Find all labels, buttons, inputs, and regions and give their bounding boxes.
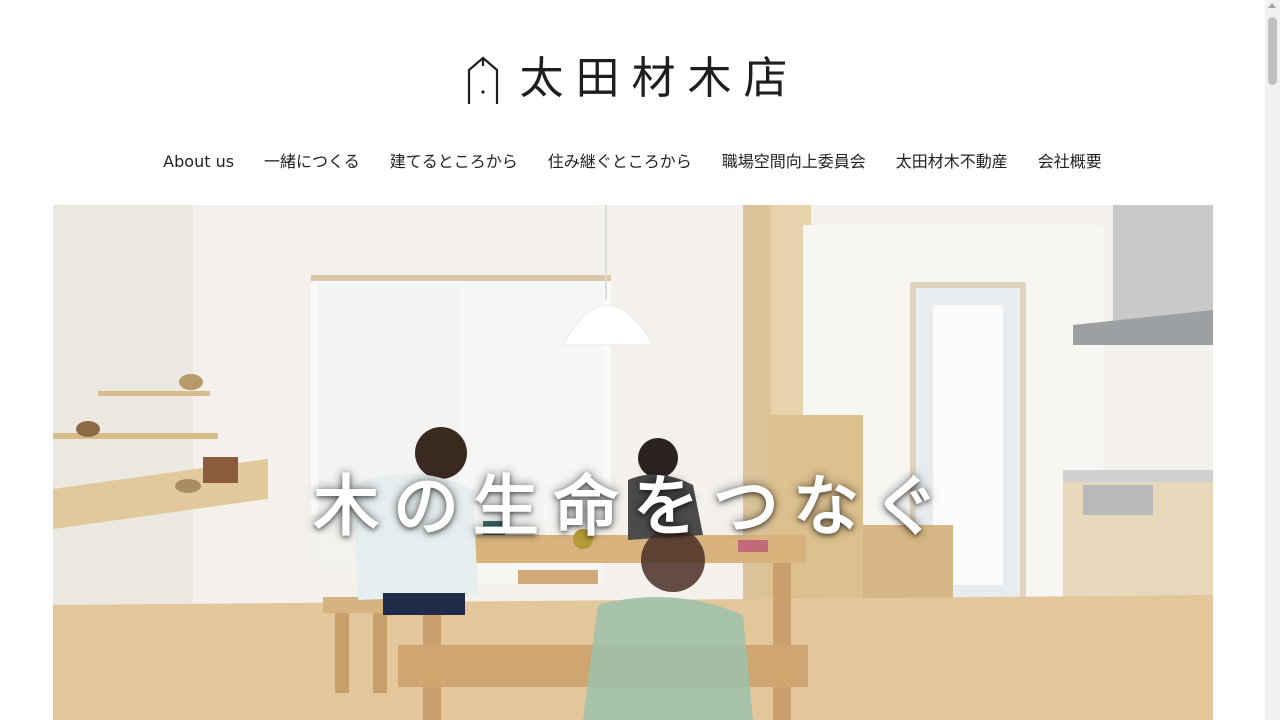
nav-item-company-profile[interactable]: 会社概要 (1023, 148, 1117, 176)
hero-image: 木の生命をつなぐ (53, 205, 1213, 720)
nav-item-about-us[interactable]: About us (148, 148, 249, 176)
scroll-thumb[interactable] (1268, 17, 1277, 85)
dining-room-illustration (53, 205, 1213, 720)
house-logo-icon (467, 56, 498, 104)
scroll-up-arrow-icon[interactable] (1268, 3, 1276, 8)
nav-item-from-building[interactable]: 建てるところから (375, 148, 533, 176)
page-scrollbar[interactable] (1265, 0, 1280, 720)
nav-item-build-together[interactable]: 一緒につくる (249, 148, 375, 176)
hero-caption: 木の生命をつなぐ (313, 468, 953, 545)
nav-item-workplace-committee[interactable]: 職場空間向上委員会 (707, 148, 881, 176)
site-logo[interactable]: 太田材木店 (0, 52, 1265, 106)
nav-item-from-inheriting[interactable]: 住み継ぐところから (533, 148, 707, 176)
logo-text: 太田材木店 (519, 53, 800, 104)
main-nav: About us 一緒につくる 建てるところから 住み継ぐところから 職場空間向… (0, 148, 1265, 176)
nav-item-real-estate[interactable]: 太田材木不動産 (881, 148, 1023, 176)
